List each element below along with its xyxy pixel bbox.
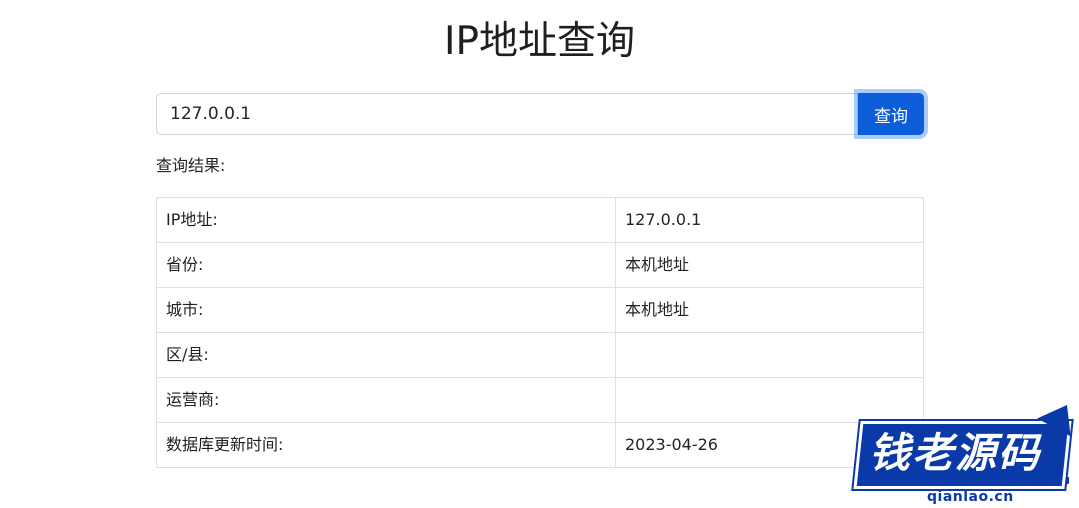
row-key-isp: 运营商: — [156, 377, 616, 423]
row-key-province: 省份: — [156, 242, 616, 288]
table-row: 数据库更新时间: 2023-04-26 — [156, 422, 924, 468]
table-row: 城市: 本机地址 — [156, 287, 924, 333]
table-row: IP地址: 127.0.0.1 — [156, 197, 924, 243]
table-row: 运营商: — [156, 377, 924, 423]
watermark-logo: 钱老源码 qianlao.cn — [853, 395, 1079, 508]
result-heading: 查询结果: — [156, 156, 226, 175]
row-key-city: 城市: — [156, 287, 616, 333]
ip-input[interactable] — [156, 93, 859, 135]
row-value-city: 本机地址 — [615, 287, 924, 333]
table-row: 区/县: — [156, 332, 924, 378]
page: IP地址查询 查询 查询结果: IP地址: 127.0.0.1 省份: 本机地址… — [0, 0, 1079, 508]
result-table: IP地址: 127.0.0.1 省份: 本机地址 城市: 本机地址 区/县: 运… — [156, 197, 924, 468]
row-value-ip: 127.0.0.1 — [615, 197, 924, 243]
row-key-district: 区/县: — [156, 332, 616, 378]
watermark-domain: qianlao.cn — [927, 489, 1014, 505]
table-row: 省份: 本机地址 — [156, 242, 924, 288]
row-key-ip: IP地址: — [156, 197, 616, 243]
page-title: IP地址查询 — [443, 19, 636, 64]
watermark-text: 钱老源码 — [869, 429, 1041, 477]
row-key-db-updated: 数据库更新时间: — [156, 422, 616, 468]
row-value-province: 本机地址 — [615, 242, 924, 288]
search-bar: 查询 — [156, 93, 924, 136]
query-button[interactable]: 查询 — [858, 93, 924, 135]
row-value-district — [615, 332, 924, 378]
